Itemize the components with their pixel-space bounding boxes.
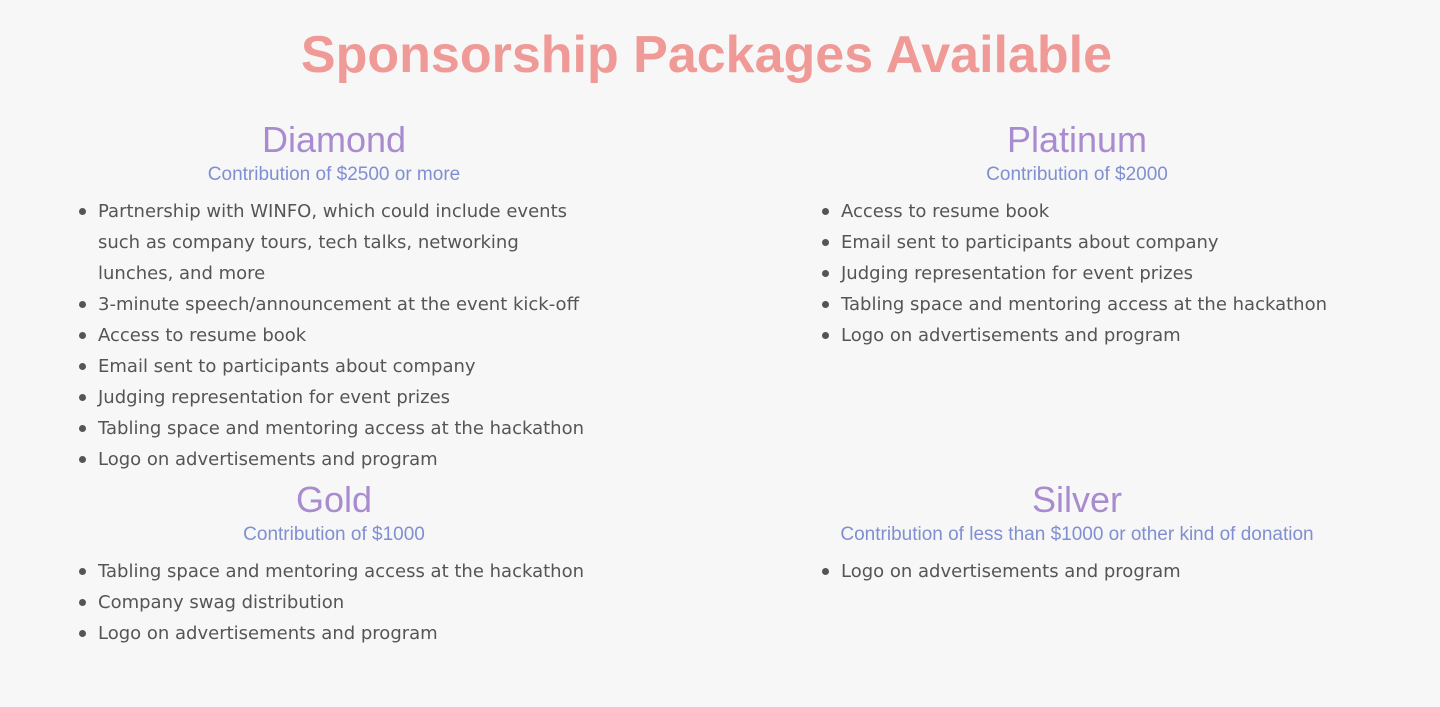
benefit-text: Tabling space and mentoring access at th…	[841, 294, 1327, 315]
benefit-text: Logo on advertisements and program	[841, 561, 1181, 582]
bullet-icon	[79, 456, 86, 463]
benefit-item: Access to resume book	[74, 320, 594, 351]
package-name: Silver	[1031, 479, 1123, 520]
benefit-item: Judging representation for event prizes	[817, 258, 1337, 289]
bullet-icon	[822, 332, 829, 339]
benefit-text: Logo on advertisements and program	[98, 623, 438, 644]
benefit-text: Logo on advertisements and program	[841, 325, 1181, 346]
benefit-item: Tabling space and mentoring access at th…	[74, 413, 594, 444]
benefit-item: 3-minute speech/announcement at the even…	[74, 289, 594, 320]
package-platinum: Platinum Contribution of $2000 Access to…	[817, 118, 1337, 351]
benefit-text: Partnership with WINFO, which could incl…	[98, 201, 568, 284]
benefit-item: Access to resume book	[817, 196, 1337, 227]
benefit-text: Email sent to participants about company	[841, 232, 1219, 253]
page-title: Sponsorship Packages Available	[300, 26, 1113, 84]
bullet-icon	[79, 630, 86, 637]
benefit-item: Email sent to participants about company	[817, 227, 1337, 258]
benefit-item: Judging representation for event prizes	[74, 382, 594, 413]
bullet-icon	[79, 599, 86, 606]
package-contribution: Contribution of $1000	[243, 524, 425, 545]
package-diamond: Diamond Contribution of $2500 or more Pa…	[74, 118, 594, 475]
package-contribution: Contribution of $2500 or more	[207, 164, 461, 185]
package-silver: Silver Contribution of less than $1000 o…	[817, 478, 1337, 587]
bullet-icon	[822, 208, 829, 215]
benefit-text: 3-minute speech/announcement at the even…	[98, 294, 579, 315]
benefit-text: Judging representation for event prizes	[98, 387, 451, 408]
benefit-item: Logo on advertisements and program	[817, 556, 1337, 587]
benefit-item: Logo on advertisements and program	[74, 618, 594, 649]
bullet-icon	[79, 332, 86, 339]
package-contribution: Contribution of less than $1000 or other…	[840, 524, 1314, 545]
bullet-icon	[79, 425, 86, 432]
bullet-icon	[79, 363, 86, 370]
package-name: Gold	[295, 479, 373, 520]
benefit-text: Company swag distribution	[98, 592, 345, 613]
benefit-item: Logo on advertisements and program	[817, 320, 1337, 351]
benefit-item: Partnership with WINFO, which could incl…	[74, 196, 594, 289]
benefit-text: Tabling space and mentoring access at th…	[98, 561, 584, 582]
bullet-icon	[79, 208, 86, 215]
benefit-text: Tabling space and mentoring access at th…	[98, 418, 584, 439]
bullet-icon	[79, 568, 86, 575]
benefit-item: Email sent to participants about company	[74, 351, 594, 382]
bullet-icon	[822, 568, 829, 575]
bullet-icon	[79, 394, 86, 401]
benefit-list: Tabling space and mentoring access at th…	[74, 556, 594, 649]
bullet-icon	[79, 301, 86, 308]
benefit-item: Company swag distribution	[74, 587, 594, 618]
benefit-text: Logo on advertisements and program	[98, 449, 438, 470]
package-contribution: Contribution of $2000	[986, 164, 1168, 185]
package-name: Diamond	[261, 119, 407, 160]
benefit-text: Email sent to participants about company	[98, 356, 476, 377]
sponsorship-page: Sponsorship Packages Available Diamond C…	[0, 0, 1440, 707]
benefit-list: Partnership with WINFO, which could incl…	[74, 196, 594, 475]
bullet-icon	[822, 301, 829, 308]
benefit-item: Tabling space and mentoring access at th…	[817, 289, 1337, 320]
benefit-list: Access to resume book Email sent to parti…	[817, 196, 1337, 351]
benefit-text: Access to resume book	[841, 201, 1050, 222]
benefit-text: Access to resume book	[98, 325, 307, 346]
benefit-list: Logo on advertisements and program	[817, 556, 1337, 587]
benefit-item: Tabling space and mentoring access at th…	[74, 556, 594, 587]
package-name: Platinum	[1006, 119, 1148, 160]
benefit-item: Logo on advertisements and program	[74, 444, 594, 475]
bullet-icon	[822, 270, 829, 277]
benefit-text: Judging representation for event prizes	[841, 263, 1194, 284]
bullet-icon	[822, 239, 829, 246]
package-gold: Gold Contribution of $1000 Tabling space…	[74, 478, 594, 649]
